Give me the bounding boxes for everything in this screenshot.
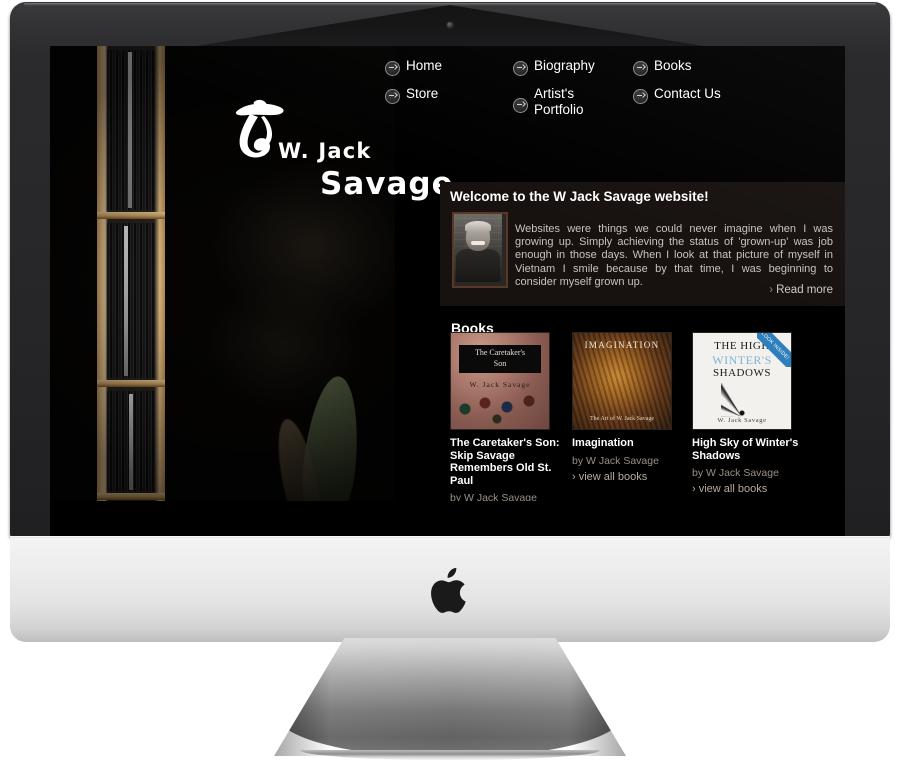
cover-title-line-3: SHADOWS [713, 367, 771, 379]
main-content: Welcome to the W Jack Savage website! We… [440, 182, 845, 501]
portrait-hair [465, 221, 491, 232]
shelf-divider [97, 212, 165, 219]
cover-title-line-1: IMAGINATION [584, 340, 660, 350]
nav-item-store[interactable]: Store [385, 86, 515, 105]
book-title: The Caretaker's Son: Skip Savage Remembe… [450, 437, 560, 487]
nav-column-1: Home Store [385, 58, 515, 114]
website-viewport: W. Jack Savage Home Store Biography Arti… [50, 46, 845, 501]
view-all-books-link[interactable]: › view all books [572, 471, 692, 483]
book-title: High Sky of Winter's Shadows [692, 437, 799, 462]
shelf-book-white [124, 226, 128, 376]
circle-arrow-icon [633, 89, 648, 104]
cover-title-band: The Caretaker's Son [459, 345, 541, 373]
brand-line-1: W. Jack [278, 139, 372, 163]
book-title: Imagination [572, 437, 634, 449]
read-more-link[interactable]: › Read more [769, 284, 833, 296]
cover-title-line-1: The Caretaker's [474, 348, 526, 357]
look-inside-badge: LOOK INSIDE! [757, 333, 791, 367]
portrait-body [456, 249, 500, 282]
nav-column-3: Books Contact Us [633, 58, 793, 114]
nav-column-2: Biography Artist's Portfolio [513, 58, 643, 127]
nav-label: Biography [534, 58, 595, 73]
welcome-body-text: Websites were things we could never imag… [515, 223, 833, 288]
welcome-panel: Welcome to the W Jack Savage website! We… [440, 182, 845, 306]
nav-item-biography[interactable]: Biography [513, 58, 643, 77]
nav-label: Artist's Portfolio [534, 86, 584, 117]
circle-arrow-icon [633, 61, 648, 76]
circle-arrow-icon [513, 61, 528, 76]
stand-foot [300, 750, 600, 760]
brand-line-2: Savage [320, 166, 454, 202]
avatar [452, 212, 508, 288]
portrait-image [454, 214, 502, 282]
book-author: by W Jack Savage [572, 454, 659, 467]
main-navigation: Home Store Biography Artist's Portfolio [385, 58, 840, 130]
book-author: by W Jack Savage [692, 467, 779, 480]
cover-artwork [451, 387, 549, 425]
nav-label: Store [406, 86, 439, 101]
monitor-stand [274, 638, 626, 756]
book-card[interactable]: IMAGINATION The Art of W. Jack Savage Im… [572, 332, 692, 483]
shelf-book-white [129, 394, 133, 490]
cover-author: W. Jack Savage [717, 417, 767, 424]
nav-label: Books [654, 58, 692, 73]
shelf-book-white [128, 52, 132, 208]
apple-logo-icon [430, 568, 470, 615]
nav-item-home[interactable]: Home [385, 58, 515, 77]
screen: W. Jack Savage Home Store Biography Arti… [50, 46, 845, 501]
book-cover[interactable]: The Caretaker's Son W. Jack Savage [450, 332, 550, 430]
nav-item-contact-us[interactable]: Contact Us [633, 86, 793, 105]
circle-arrow-icon [385, 89, 400, 104]
view-all-books-link[interactable]: › view all books [692, 483, 812, 495]
book-cover[interactable]: THE HIGH WINTER'S SHADOWS W. Jack Savage… [692, 332, 792, 430]
nav-label: Home [406, 58, 443, 73]
shelf-books [107, 223, 155, 378]
book-author: by W Jack Savage [450, 492, 537, 501]
nav-item-books[interactable]: Books [633, 58, 793, 77]
cover-tree-artwork [721, 383, 763, 417]
imac-computer: W. Jack Savage Home Store Biography Arti… [0, 0, 900, 784]
nav-label: Contact Us [654, 86, 721, 101]
circle-arrow-icon [513, 98, 528, 113]
book-card[interactable]: The Caretaker's Son W. Jack Savage The C… [450, 332, 570, 501]
portrait-moustache [471, 241, 485, 245]
nav-item-artists-portfolio[interactable]: Artist's Portfolio [513, 86, 643, 118]
monitor-chin [10, 536, 890, 642]
look-inside-label: LOOK INSIDE! [757, 333, 791, 367]
shelf-divider [97, 380, 165, 387]
book-cover[interactable]: IMAGINATION The Art of W. Jack Savage [572, 332, 672, 430]
cover-title-line-2: Son [493, 359, 507, 368]
cover-subtitle: The Art of W. Jack Savage [590, 416, 654, 422]
circle-arrow-icon [385, 61, 400, 76]
screen-lower-bezel [50, 501, 845, 537]
read-more-label: Read more [776, 284, 833, 296]
chin-top-edge [10, 536, 890, 538]
shelf-divider [97, 493, 165, 500]
welcome-title: Welcome to the W Jack Savage website! [450, 189, 709, 204]
book-card[interactable]: THE HIGH WINTER'S SHADOWS W. Jack Savage… [692, 332, 812, 495]
caret-icon: › [769, 284, 774, 296]
webcam-icon [447, 22, 453, 28]
